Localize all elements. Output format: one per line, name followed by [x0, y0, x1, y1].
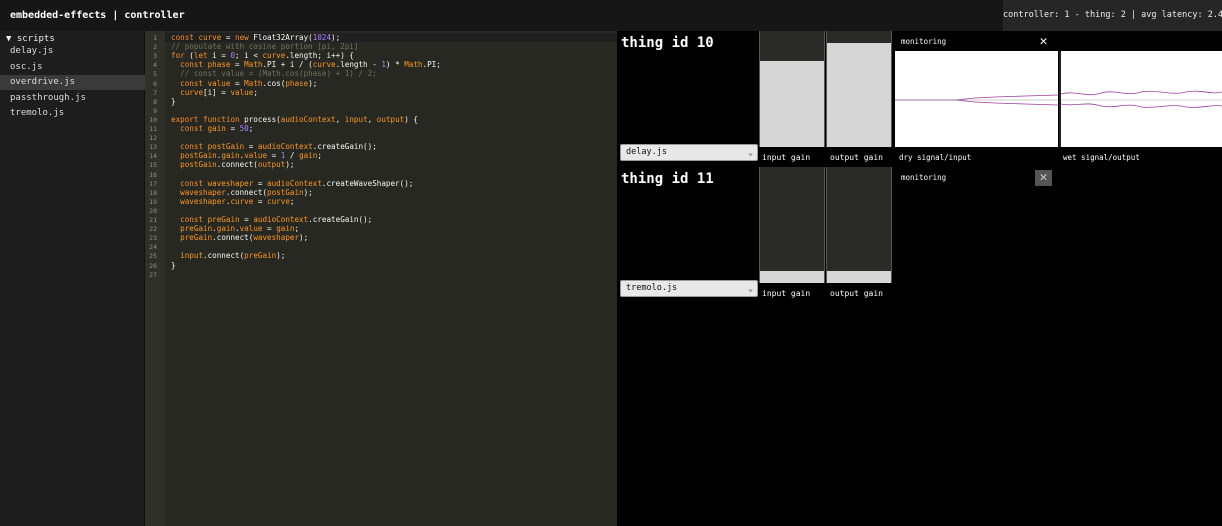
code-line[interactable]: const curve = new Float32Array(1024);: [171, 33, 340, 42]
code-line[interactable]: }: [171, 261, 176, 270]
line-number: 12: [149, 134, 157, 143]
thing-title: thing id 10: [621, 35, 714, 51]
output-gain-fill: [827, 271, 891, 283]
code-line[interactable]: // const value = (Math.cos(phase) + 1) /…: [171, 69, 377, 78]
line-number: 3: [153, 52, 157, 61]
script-select-value: delay.js: [626, 147, 667, 157]
line-number: 21: [149, 216, 157, 224]
code-line[interactable]: }: [171, 97, 176, 106]
monitoring-panel: monitoring ✕ dry signal/input wet signal…: [895, 31, 1222, 162]
line-number: 14: [149, 152, 157, 161]
code-line[interactable]: const preGain = audioContext.createGain(…: [171, 215, 372, 224]
line-number: 11: [149, 125, 157, 133]
line-number: 17: [149, 179, 157, 188]
top-bar: embedded-effects | controller controller…: [0, 0, 1222, 31]
code-line[interactable]: const value = Math.cos(phase);: [171, 79, 317, 88]
output-gain-meter[interactable]: [826, 167, 892, 283]
code-line[interactable]: waveshaper.connect(postGain);: [171, 188, 313, 197]
code-line[interactable]: preGain.connect(waveshaper);: [171, 233, 308, 242]
script-select[interactable]: tremolo.js ⌄: [620, 280, 758, 297]
line-number: 5: [153, 70, 157, 79]
code-line[interactable]: // populate with cosine portion [pi, 2pi…: [171, 42, 358, 51]
line-number: 22: [149, 225, 157, 234]
dry-signal-label: dry signal/input: [899, 153, 972, 162]
line-number: 25: [149, 252, 157, 261]
thing-panel-10: thing id 10 delay.js ⌄ input gain output…: [617, 31, 1222, 166]
line-number: 6: [153, 79, 157, 88]
app-title: embedded-effects | controller: [10, 10, 185, 21]
dry-signal-scope: [895, 51, 1059, 147]
code-line[interactable]: input.connect(preGain);: [171, 251, 285, 260]
input-gain-fill: [760, 61, 824, 147]
output-gain-fill: [827, 42, 891, 147]
monitoring-title: monitoring: [901, 173, 947, 182]
thing-title: thing id 11: [621, 171, 714, 187]
input-gain-meter[interactable]: [759, 167, 825, 283]
line-number: 4: [153, 61, 157, 70]
scripts-sidebar: ▼ scripts delay.js osc.js overdrive.js p…: [0, 31, 145, 526]
input-gain-fill: [760, 271, 824, 283]
input-gain-label: input gain: [762, 153, 811, 162]
script-select[interactable]: delay.js ⌄: [620, 144, 758, 161]
code-line[interactable]: const gain = 50;: [171, 124, 253, 133]
code-line[interactable]: postGain.gain.value = 1 / gain;: [171, 151, 322, 160]
sidebar-file-overdrive[interactable]: overdrive.js: [0, 75, 145, 90]
code-line[interactable]: postGain.connect(output);: [171, 160, 294, 169]
monitoring-title: monitoring: [901, 37, 947, 46]
line-number: 10: [149, 115, 157, 124]
code-line[interactable]: const postGain = audioContext.createGain…: [171, 142, 377, 151]
line-number: 16: [149, 170, 157, 179]
output-gain-label: output gain: [830, 153, 883, 162]
output-gain-meter[interactable]: [826, 31, 892, 147]
sidebar-file-passthrough[interactable]: passthrough.js: [0, 91, 145, 106]
wet-waveform: [1060, 90, 1222, 108]
line-number: 18: [149, 188, 157, 197]
wet-signal-label: wet signal/output: [1063, 153, 1140, 162]
line-number: 8: [153, 97, 157, 106]
line-number: 13: [149, 143, 157, 152]
sidebar-file-delay[interactable]: delay.js: [0, 44, 145, 59]
code-line[interactable]: preGain.gain.value = gain;: [171, 224, 299, 233]
code-editor[interactable]: 1 const curve = new Float32Array(1024); 2 /…: [145, 31, 617, 526]
chevron-down-icon: ⌄: [748, 148, 753, 157]
output-gain-label: output gain: [830, 289, 883, 298]
line-number: 20: [149, 206, 157, 215]
code-line[interactable]: const waveshaper = audioContext.createWa…: [171, 179, 413, 188]
scripts-folder[interactable]: ▼ scripts: [6, 34, 55, 44]
input-gain-label: input gain: [762, 289, 811, 298]
line-number: 1: [153, 34, 157, 42]
code-line[interactable]: export function process(audioContext, in…: [171, 115, 418, 124]
code-line[interactable]: curve[i] = value;: [171, 88, 258, 97]
close-icon[interactable]: ✕: [1035, 34, 1052, 50]
line-number: 27: [149, 270, 157, 279]
script-select-value: tremolo.js: [626, 283, 678, 293]
sidebar-file-osc[interactable]: osc.js: [0, 60, 145, 75]
status-bar: controller: 1 - thing: 2 | avg latency: …: [1003, 0, 1222, 31]
monitoring-panel: monitoring ✕: [895, 167, 1222, 283]
input-gain-meter[interactable]: [759, 31, 825, 147]
code-line[interactable]: for (let i = 0; i < curve.length; i++) {: [171, 51, 354, 60]
wet-signal-scope: [1059, 51, 1222, 147]
line-number: 2: [153, 43, 157, 52]
code-line[interactable]: const phase = Math.PI + i / (curve.lengt…: [171, 60, 441, 69]
chevron-down-icon: ⌄: [748, 284, 753, 293]
sidebar-file-tremolo[interactable]: tremolo.js: [0, 106, 145, 121]
line-number: 24: [149, 243, 157, 252]
code-line[interactable]: waveshaper.curve = curve;: [171, 197, 294, 206]
line-number: 23: [149, 234, 157, 243]
line-number: 19: [149, 197, 157, 206]
line-number: 15: [149, 161, 157, 170]
line-number: 9: [153, 106, 157, 115]
line-number: 7: [153, 88, 157, 97]
line-number: 26: [149, 261, 157, 270]
close-icon[interactable]: ✕: [1035, 170, 1052, 186]
thing-panel-11: thing id 11 tremolo.js ⌄ input gain outp…: [617, 167, 1222, 302]
dry-waveform: [895, 94, 1059, 106]
